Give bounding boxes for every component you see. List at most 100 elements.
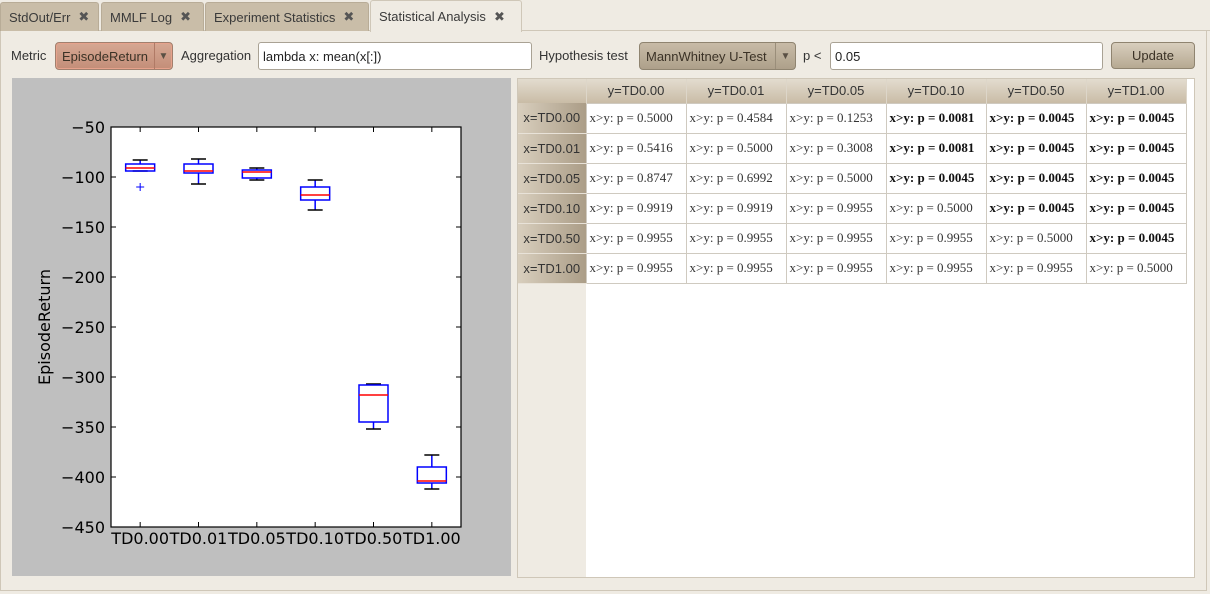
close-icon[interactable]: ✖ xyxy=(343,9,354,25)
tab-mmlf-log[interactable]: MMLF Log ✖ xyxy=(101,2,204,31)
x-tick-label: TD0.10 xyxy=(285,529,344,548)
close-icon[interactable]: ✖ xyxy=(180,9,191,25)
y-tick-label: −300 xyxy=(61,368,105,387)
pvalue-cell[interactable]: x>y: p = 0.4584 xyxy=(685,102,787,134)
pvalue-cell[interactable]: x>y: p = 0.9955 xyxy=(685,252,787,284)
tab-bar: StdOut/Err ✖ MMLF Log ✖ Experiment Stati… xyxy=(0,0,1210,32)
x-tick-label: TD0.00 xyxy=(110,529,169,548)
pvalue-cell[interactable]: x>y: p = 0.1253 xyxy=(785,102,887,134)
close-icon[interactable]: ✖ xyxy=(494,9,505,25)
pvalue-cell[interactable]: x>y: p = 0.9955 xyxy=(785,252,887,284)
pvalue-cell[interactable]: x>y: p = 0.9955 xyxy=(585,222,687,254)
y-axis-label: EpisodeReturn xyxy=(35,269,54,385)
y-tick-label: −400 xyxy=(61,468,105,487)
x-tick-label: TD1.00 xyxy=(402,529,461,548)
pvalue-cell[interactable]: x>y: p = 0.9919 xyxy=(585,192,687,224)
pvalue-cell[interactable]: x>y: p = 0.9955 xyxy=(685,222,787,254)
pvalue-cell[interactable]: x>y: p = 0.9919 xyxy=(685,192,787,224)
p-threshold-label: p < xyxy=(803,48,822,63)
significant-pvalue-cell[interactable]: x>y: p = 0.0045 xyxy=(985,162,1087,194)
pvalue-cell[interactable]: x>y: p = 0.9955 xyxy=(985,252,1087,284)
table-row: x=TD0.00 x>y: p = 0.5000 x>y: p = 0.4584 x>… xyxy=(518,102,1187,134)
tab-label: Statistical Analysis xyxy=(379,9,486,24)
row-header[interactable]: x=TD0.50 xyxy=(518,223,586,254)
pvalue-cell[interactable]: x>y: p = 0.9955 xyxy=(885,252,987,284)
pvalue-cell[interactable]: x>y: p = 0.5000 xyxy=(985,222,1087,254)
significant-pvalue-cell[interactable]: x>y: p = 0.0045 xyxy=(885,162,987,194)
x-tick-label: TD0.05 xyxy=(227,529,286,548)
column-header[interactable]: y=TD0.00 xyxy=(586,79,687,103)
chevron-down-icon[interactable]: ▼ xyxy=(775,43,795,69)
pvalue-cell[interactable]: x>y: p = 0.3008 xyxy=(785,132,887,164)
column-header[interactable]: y=TD0.05 xyxy=(786,79,887,103)
significant-pvalue-cell[interactable]: x>y: p = 0.0045 xyxy=(985,192,1087,224)
row-header[interactable]: x=TD0.10 xyxy=(518,193,586,224)
row-header[interactable]: x=TD1.00 xyxy=(518,253,586,284)
x-tick-label: TD0.01 xyxy=(169,529,228,548)
tab-statistical-analysis[interactable]: Statistical Analysis ✖ xyxy=(370,0,522,32)
row-header[interactable]: x=TD0.00 xyxy=(518,103,586,134)
row-header[interactable]: x=TD0.01 xyxy=(518,133,586,164)
y-tick-label: −250 xyxy=(61,318,105,337)
table-row: x=TD0.01 x>y: p = 0.5416 x>y: p = 0.5000 x>… xyxy=(518,132,1187,164)
significant-pvalue-cell[interactable]: x>y: p = 0.0045 xyxy=(1085,222,1187,254)
table-row: x=TD0.05 x>y: p = 0.8747 x>y: p = 0.6992 x>… xyxy=(518,162,1187,194)
tab-stdout-err[interactable]: StdOut/Err ✖ xyxy=(0,2,99,31)
y-tick-label: −50 xyxy=(71,118,105,137)
column-header[interactable]: y=TD0.01 xyxy=(686,79,787,103)
significant-pvalue-cell[interactable]: x>y: p = 0.0045 xyxy=(1085,162,1187,194)
plot-area xyxy=(110,126,462,528)
significant-pvalue-cell[interactable]: x>y: p = 0.0045 xyxy=(1085,132,1187,164)
significant-pvalue-cell[interactable]: x>y: p = 0.0045 xyxy=(985,102,1087,134)
column-header[interactable]: y=TD0.10 xyxy=(886,79,987,103)
pvalue-cell[interactable]: x>y: p = 0.5000 xyxy=(1085,252,1187,284)
tab-label: Experiment Statistics xyxy=(214,9,336,25)
aggregation-label: Aggregation xyxy=(181,48,252,63)
metric-dropdown[interactable]: EpisodeReturn ▼ xyxy=(55,42,173,70)
pvalue-cell[interactable]: x>y: p = 0.9955 xyxy=(785,222,887,254)
hypothesis-test-label: Hypothesis test xyxy=(539,48,628,63)
tab-label: MMLF Log xyxy=(110,9,173,25)
y-tick-label: −200 xyxy=(61,268,105,287)
pvalue-table: y=TD0.00 y=TD0.01 y=TD0.05 y=TD0.10 y=TD0.50… xyxy=(518,79,1187,284)
y-tick-label: −100 xyxy=(61,168,105,187)
p-threshold-input[interactable]: 0.05 xyxy=(830,42,1103,70)
y-tick-label: −350 xyxy=(61,418,105,437)
tab-experiment-statistics[interactable]: Experiment Statistics ✖ xyxy=(205,2,369,31)
column-header[interactable]: y=TD1.00 xyxy=(1086,79,1187,103)
significant-pvalue-cell[interactable]: x>y: p = 0.0081 xyxy=(885,132,987,164)
corner-header[interactable] xyxy=(518,79,587,103)
column-header[interactable]: y=TD0.50 xyxy=(986,79,1087,103)
pvalue-cell[interactable]: x>y: p = 0.8747 xyxy=(585,162,687,194)
metric-label: Metric xyxy=(11,48,47,63)
hypothesis-test-dropdown[interactable]: MannWhitney U-Test ▼ xyxy=(639,42,796,70)
y-tick-label: −150 xyxy=(61,218,105,237)
boxplot-figure: −50 −100 −150 −200 −250 −300 −350 −400 −450 TD0.… xyxy=(12,78,511,576)
table-row: x=TD0.50 x>y: p = 0.9955 x>y: p = 0.9955 x>… xyxy=(518,222,1187,254)
row-header[interactable]: x=TD0.05 xyxy=(518,163,586,194)
significant-pvalue-cell[interactable]: x>y: p = 0.0081 xyxy=(885,102,987,134)
close-icon[interactable]: ✖ xyxy=(78,9,89,25)
aggregation-input[interactable]: lambda x: mean(x[:]) xyxy=(258,42,532,70)
significant-pvalue-cell[interactable]: x>y: p = 0.0045 xyxy=(1085,192,1187,224)
pvalue-cell[interactable]: x>y: p = 0.9955 xyxy=(885,222,987,254)
pvalue-cell[interactable]: x>y: p = 0.5000 xyxy=(585,102,687,134)
y-tick-label: −450 xyxy=(61,518,105,537)
table-row: x=TD1.00 x>y: p = 0.9955 x>y: p = 0.9955 x>… xyxy=(518,252,1187,284)
pvalue-cell[interactable]: x>y: p = 0.5000 xyxy=(685,132,787,164)
pvalue-cell[interactable]: x>y: p = 0.9955 xyxy=(585,252,687,284)
hypothesis-test-value: MannWhitney U-Test xyxy=(646,48,767,64)
pvalue-cell[interactable]: x>y: p = 0.9955 xyxy=(785,192,887,224)
pvalue-cell[interactable]: x>y: p = 0.5416 xyxy=(585,132,687,164)
significant-pvalue-cell[interactable]: x>y: p = 0.0045 xyxy=(985,132,1087,164)
chevron-down-icon[interactable]: ▼ xyxy=(154,43,172,69)
significant-pvalue-cell[interactable]: x>y: p = 0.0045 xyxy=(1085,102,1187,134)
boxplot-chart: −50 −100 −150 −200 −250 −300 −350 −400 −450 TD0.… xyxy=(35,118,462,548)
tab-label: StdOut/Err xyxy=(9,9,71,25)
pvalue-cell[interactable]: x>y: p = 0.6992 xyxy=(685,162,787,194)
pvalue-cell[interactable]: x>y: p = 0.5000 xyxy=(785,162,887,194)
update-button[interactable]: Update xyxy=(1111,42,1195,69)
table-row: x=TD0.10 x>y: p = 0.9919 x>y: p = 0.9919 x>… xyxy=(518,192,1187,224)
pvalue-cell[interactable]: x>y: p = 0.5000 xyxy=(885,192,987,224)
pvalue-table-view: y=TD0.00 y=TD0.01 y=TD0.05 y=TD0.10 y=TD0.50… xyxy=(517,78,1195,578)
